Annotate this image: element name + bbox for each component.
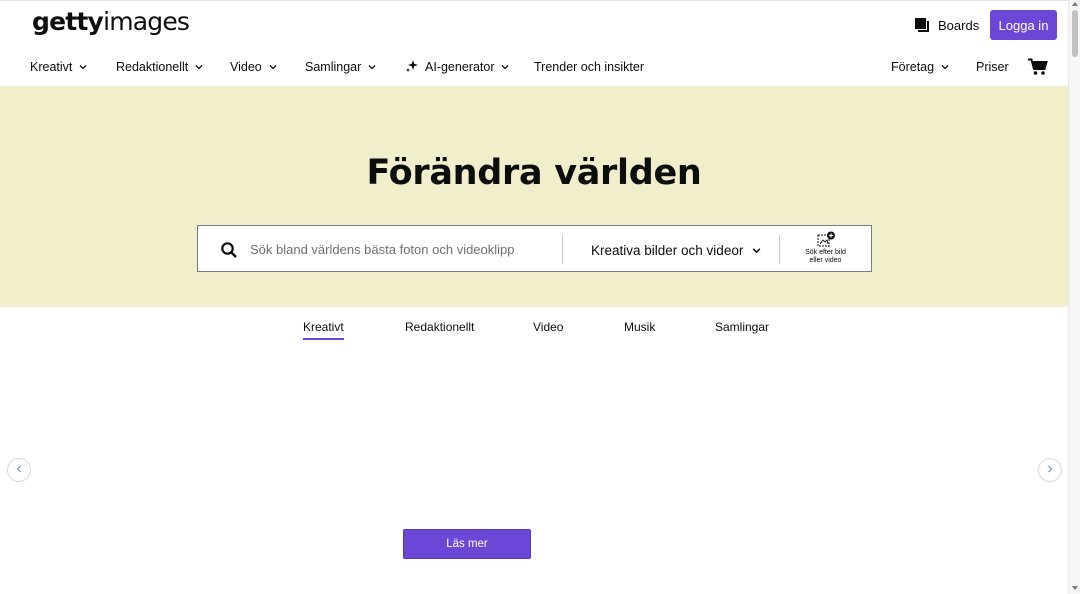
cart-icon[interactable] [1028, 58, 1048, 76]
visual-search-button[interactable]: Sök efter bild eller video [798, 231, 853, 269]
scroll-thumb[interactable] [1072, 10, 1078, 57]
scroll-down-icon[interactable] [1072, 586, 1078, 590]
read-more-button[interactable]: Läs mer [403, 529, 531, 559]
carousel-prev-button[interactable] [7, 458, 31, 482]
search-divider [779, 235, 780, 264]
nav-item-trender[interactable]: Trender och insikter [534, 59, 644, 75]
scroll-up-icon[interactable] [1072, 2, 1078, 6]
nav-item-label: Kreativt [30, 60, 73, 74]
hero-title: Förändra världen [366, 153, 702, 193]
tab-kreativt[interactable]: Kreativt [303, 320, 344, 340]
sparkle-icon [405, 59, 419, 76]
chevron-down-icon [268, 62, 278, 72]
image-search-icon [798, 231, 853, 248]
nav-item-label: Företag [891, 60, 935, 74]
tab-redaktionellt[interactable]: Redaktionellt [405, 320, 474, 340]
chevron-right-icon [1045, 461, 1055, 479]
nav-item-label: Priser [976, 60, 1009, 74]
search-type-select[interactable]: Kreativa bilder och videor [591, 241, 761, 259]
nav-item-priser[interactable]: Priser [976, 59, 1009, 75]
content-tabs: Kreativt Redaktionellt Video Musik Samli… [0, 320, 1068, 342]
hero-section: Förändra världen Kreativa bilder och vid… [0, 86, 1068, 307]
boards-label: Boards [938, 17, 980, 33]
search-input[interactable] [250, 235, 550, 263]
boards-icon [915, 17, 930, 33]
search-divider [562, 235, 563, 264]
nav-item-redaktionellt[interactable]: Redaktionellt [116, 59, 204, 75]
search-icon[interactable] [220, 241, 238, 259]
chevron-down-icon [367, 62, 377, 72]
carousel-next-button[interactable] [1038, 458, 1062, 482]
logo-text-light: images [103, 7, 190, 36]
boards-link[interactable]: Boards [915, 15, 979, 35]
chevron-down-icon [78, 62, 88, 72]
chevron-down-icon [940, 62, 950, 72]
chevron-left-icon [14, 461, 24, 479]
nav-item-samlingar[interactable]: Samlingar [305, 59, 377, 75]
nav-item-label: Trender och insikter [534, 60, 644, 74]
logo-text-bold: getty [32, 7, 104, 36]
nav-item-video[interactable]: Video [230, 59, 278, 75]
nav-item-label: Redaktionellt [116, 60, 189, 74]
nav-item-label: Video [230, 60, 262, 74]
tab-samlingar[interactable]: Samlingar [715, 320, 769, 340]
login-button[interactable]: Logga in [990, 10, 1057, 40]
tab-video[interactable]: Video [533, 320, 563, 340]
visual-search-label: Sök efter bild [805, 249, 846, 256]
site-header: gettyimages Boards Logga in Kreativt Red… [0, 0, 1068, 86]
page-scrollbar[interactable] [1068, 0, 1080, 594]
visual-search-label: eller video [809, 257, 842, 264]
nav-item-kreativt[interactable]: Kreativt [30, 59, 88, 75]
chevron-down-icon [751, 245, 761, 255]
nav-item-foretag[interactable]: Företag [891, 59, 950, 75]
search-type-label: Kreativa bilder och videor [591, 242, 744, 258]
nav-item-ai-generator[interactable]: AI-generator [405, 59, 510, 75]
chevron-down-icon [500, 62, 510, 72]
nav-item-label: AI-generator [425, 60, 495, 74]
nav-item-label: Samlingar [305, 60, 362, 74]
chevron-down-icon [194, 62, 204, 72]
tab-musik[interactable]: Musik [624, 320, 655, 340]
search-bar: Kreativa bilder och videor Sök efter bil… [197, 225, 872, 272]
getty-images-logo[interactable]: gettyimages [32, 7, 190, 36]
